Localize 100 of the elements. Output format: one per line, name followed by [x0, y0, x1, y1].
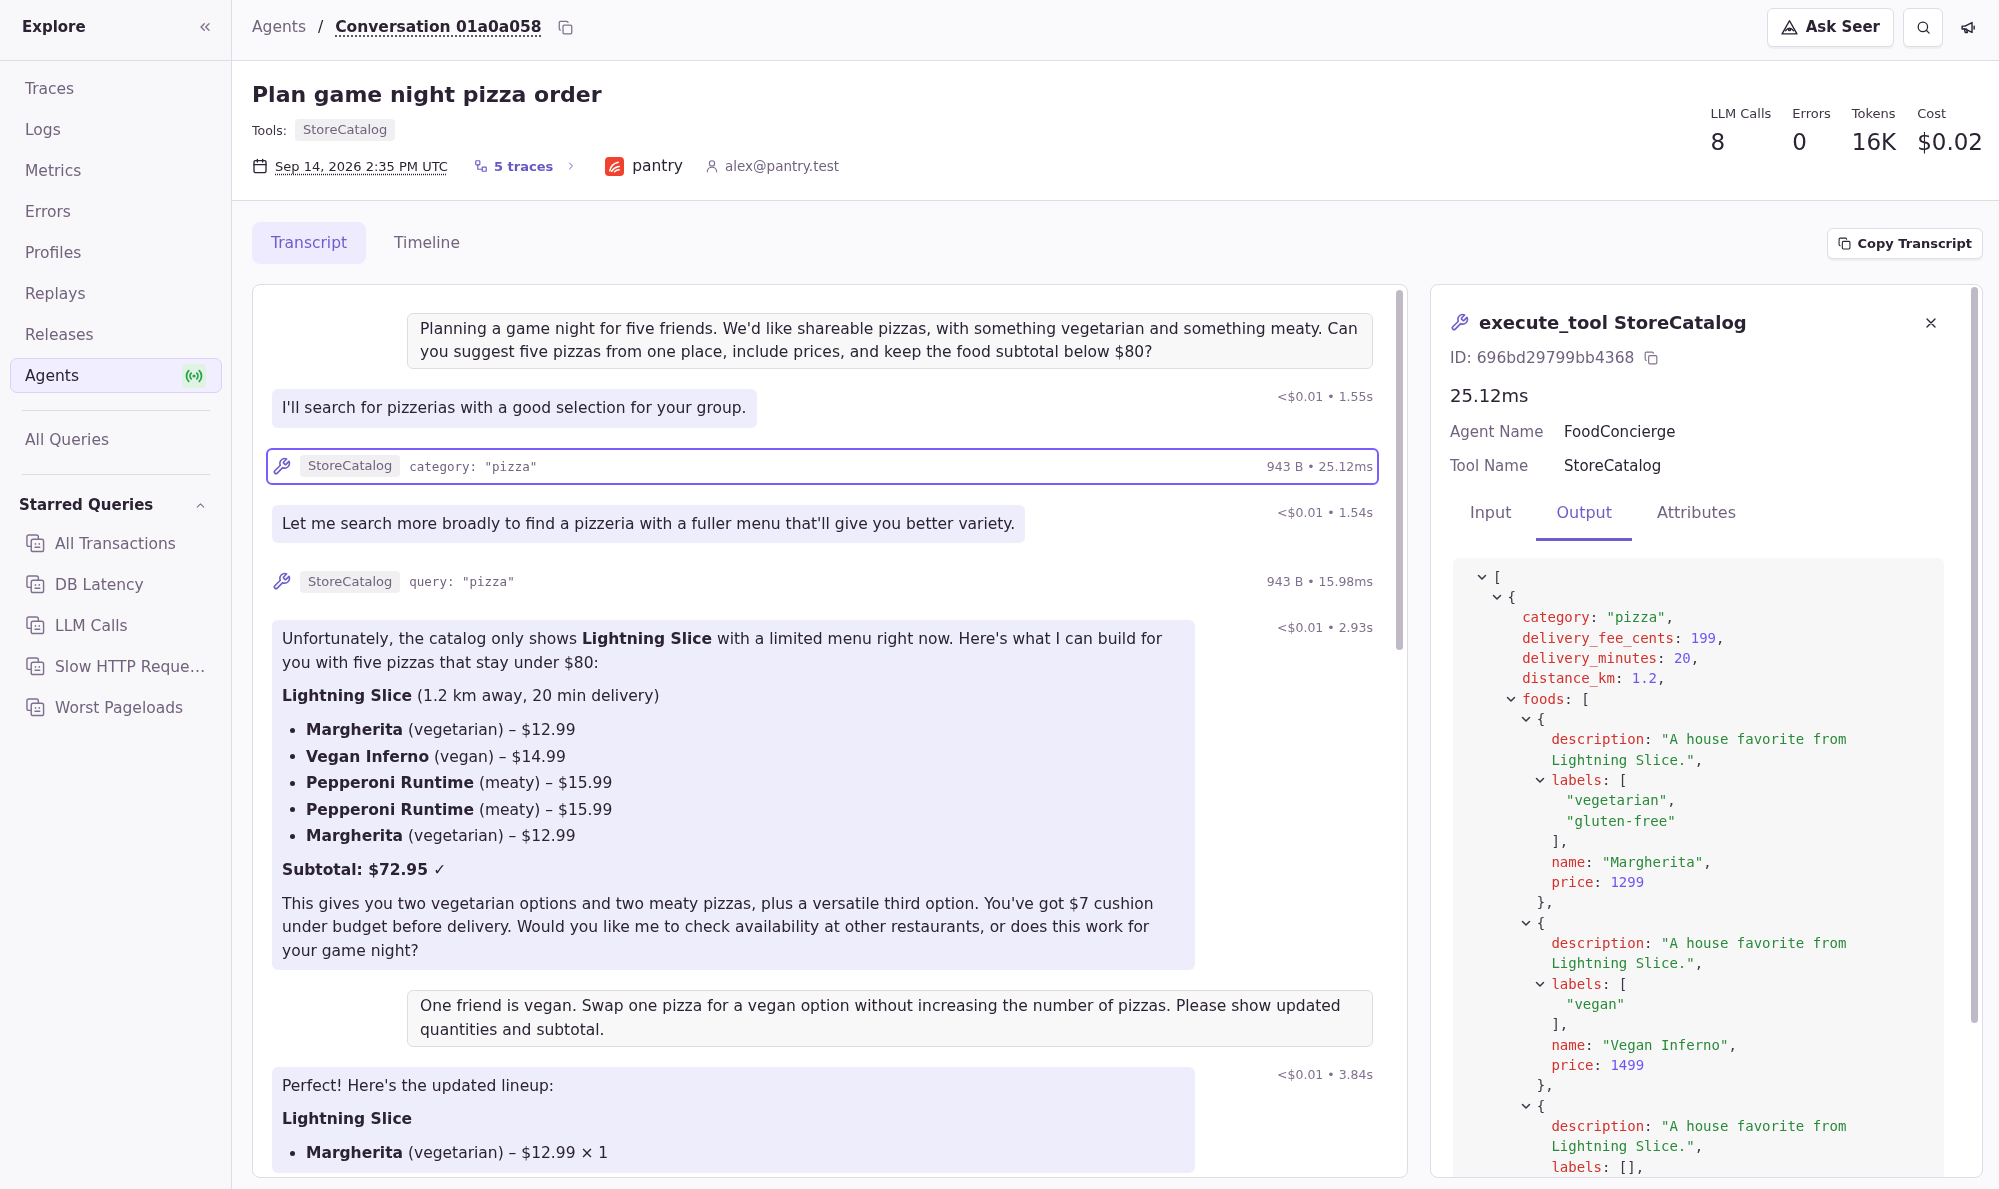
code-line: distance_km: 1.2, — [1522, 669, 1666, 689]
message-text: Lightning Slice (1.2 km away, 20 min delivery) — [282, 686, 661, 708]
nav-item[interactable]: All Queries — [10, 422, 222, 457]
bullet-icon — [290, 754, 295, 760]
section-title: Starred Queries — [19, 496, 154, 514]
message-meta: <$0.01 • 1.55s — [1277, 389, 1373, 406]
tool-call-row[interactable]: StoreCatalog query: "pizza" 943 B • 15.98ms — [266, 563, 1379, 601]
nav-item[interactable]: Logs — [10, 112, 222, 147]
tool-arguments: category: "pizza" — [409, 458, 538, 474]
bullet-icon — [290, 833, 295, 839]
starred-query-item[interactable]: Worst Pageloads — [10, 690, 222, 725]
copy-icon — [1837, 236, 1851, 250]
code-line: labels: [ — [1551, 974, 1628, 994]
nav-item[interactable]: Traces — [10, 71, 222, 106]
nav-item[interactable]: Releases — [10, 317, 222, 352]
code-line: description: "A house favorite from Lightning Slice.", — [1551, 1116, 1848, 1157]
nav-item[interactable]: Replays — [10, 276, 222, 311]
eye-triangle-icon — [1780, 18, 1798, 36]
search-button[interactable] — [1903, 7, 1943, 47]
nav-item[interactable]: Profiles — [10, 235, 222, 270]
code-line: { — [1536, 913, 1546, 933]
stat-label: LLM Calls — [1710, 105, 1772, 123]
code-line: foods: [ — [1522, 689, 1590, 709]
code-line: price: 1299 — [1551, 872, 1645, 892]
scrollbar[interactable] — [1970, 287, 1978, 1023]
tools-label: Tools: — [252, 122, 287, 138]
stacked-squares-icon — [26, 657, 45, 676]
field-value: FoodConcierge — [1564, 423, 1676, 442]
list-item-text: Margherita (vegetarian) – $12.99 — [306, 721, 576, 740]
stat-value: $0.02 — [1917, 128, 1983, 157]
code-line: delivery_fee_cents: 199, — [1522, 628, 1725, 649]
tab[interactable]: Output — [1536, 492, 1632, 541]
stacked-squares-icon — [26, 534, 45, 553]
message-meta: <$0.01 • 1.54s — [1277, 504, 1373, 521]
code-line: name: "Vegan Inferno", — [1551, 1035, 1737, 1055]
nav-item[interactable]: Errors — [10, 194, 222, 229]
code-line: }, — [1536, 893, 1554, 913]
breadcrumb-link[interactable]: Agents — [252, 18, 306, 36]
code-line: price: 1499 — [1551, 1055, 1645, 1075]
user-message: Planning a game night for five friends. We'd like shareable pizzas, with something vegetarian and something meaty. Can you suggest five pizzas from one place, include prices, and keep the food subtotal below $80? — [407, 313, 1373, 370]
code-line: { — [1507, 588, 1517, 608]
bullet-icon — [290, 807, 295, 813]
tool-tag: StoreCatalog — [295, 119, 396, 141]
code-line: description: "A house favorite from Lightning Slice.", — [1551, 730, 1848, 770]
list-item-text: Pepperoni Runtime (meaty) – $15.99 — [306, 774, 613, 793]
calendar-icon — [252, 158, 268, 174]
starred-query-item[interactable]: DB Latency — [10, 567, 222, 602]
list-item-text: Margherita (vegetarian) – $12.99 — [306, 827, 576, 846]
field-value: StoreCatalog — [1564, 456, 1662, 475]
tool-meta: 943 B • 25.12ms — [1266, 458, 1373, 474]
logo-icon — [605, 156, 625, 176]
breadcrumb-separator: / — [317, 18, 324, 36]
duration-text: 25.12ms — [1450, 384, 1530, 409]
code-line: "vegetarian", — [1566, 791, 1676, 811]
wrench-icon — [272, 456, 291, 476]
bullet-icon — [290, 1150, 295, 1156]
wrench-icon — [1450, 313, 1469, 333]
scrollbar[interactable] — [1395, 290, 1403, 650]
search-icon — [1915, 19, 1931, 35]
message-text: Unfortunately, the catalog only shows Lightning Slice with a limited menu right now. Here's what I can build for you with five pizzas that stay under $80: — [282, 629, 1164, 674]
message-text: Perfect! Here's the updated lineup: — [282, 1075, 556, 1097]
message-heading: Subtotal: $72.95 ✓ — [282, 860, 448, 882]
copy-transcript-button[interactable]: Copy Transcript — [1826, 227, 1983, 259]
list-item-text: Pepperoni Runtime (meaty) – $15.99 — [306, 800, 613, 819]
tab[interactable]: Attributes — [1637, 492, 1756, 541]
copy-icon[interactable] — [557, 19, 573, 35]
code-line: labels: [ — [1551, 771, 1628, 791]
detail-title: execute_tool StoreCatalog — [1479, 312, 1747, 334]
stacked-squares-icon — [26, 698, 45, 717]
message-text: This gives you two vegetarian options and two meaty pizzas, plus a versatile third option. You've got $7 cushion under budget before delivery. Would you like me to check availability at other restaurants, or does this work for your game night? — [282, 893, 1155, 962]
stacked-squares-icon — [26, 575, 45, 594]
message-text: I'll search for pizzerias with a good selection for your group. — [282, 398, 747, 420]
tab[interactable]: Timeline — [375, 222, 479, 264]
code-line: delivery_minutes: 20, — [1522, 649, 1700, 669]
nav-item[interactable]: Metrics — [10, 153, 222, 188]
tab[interactable]: Input — [1450, 492, 1532, 541]
message-text: Let me search more broadly to find a pizzeria with a fuller menu that'll give you better variety. — [282, 513, 1016, 535]
page-title: Plan game night pizza order — [252, 81, 603, 109]
code-line: labels: [], — [1551, 1157, 1645, 1177]
date-text: Sep 14, 2026 2:35 PM UTC — [275, 158, 448, 174]
breadcrumb-link[interactable]: Conversation 01a0a058 — [335, 18, 542, 36]
traces-link[interactable]: 5 traces — [473, 158, 578, 174]
ask-button[interactable]: Ask Seer — [1766, 7, 1894, 47]
starred-query-item[interactable]: All Transactions — [10, 526, 222, 561]
message-meta: <$0.01 • 3.84s — [1277, 1066, 1373, 1083]
starred-query-item[interactable]: Slow HTTP Reque… — [10, 649, 222, 684]
tool-tag: StoreCatalog — [300, 570, 401, 593]
sidebar-title: Explore — [22, 18, 86, 36]
nav-item[interactable]: Agents — [10, 358, 222, 393]
copy-icon[interactable] — [1644, 350, 1659, 365]
user-message: One friend is vegan. Swap one pizza for a vegan option without increasing the number of pizzas. Please show updated quantities and subtotal. — [407, 990, 1373, 1047]
tab[interactable]: Transcript — [252, 222, 367, 264]
bullet-icon — [290, 780, 295, 786]
starred-query-item[interactable]: LLM Calls — [10, 608, 222, 643]
user-email: alex@pantry.test — [725, 158, 840, 174]
stat-value: 16K — [1851, 128, 1897, 157]
stat-label: Cost — [1917, 105, 1948, 123]
code-line: ], — [1551, 1015, 1569, 1035]
code-line: "vegan" — [1566, 994, 1625, 1014]
tool-call-row[interactable]: StoreCatalog category: "pizza" 943 B • 25.12ms — [266, 447, 1379, 485]
